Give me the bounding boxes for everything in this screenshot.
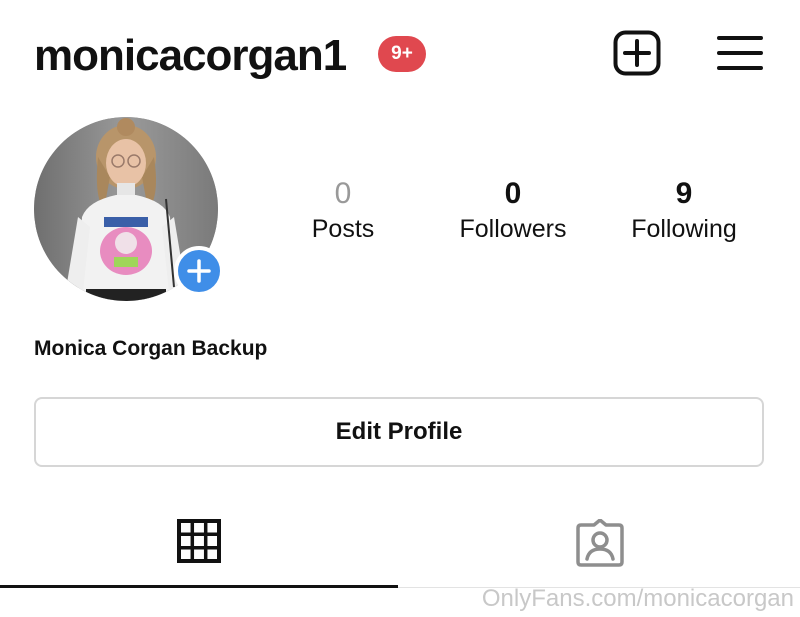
username-title[interactable]: monicacorgan1: [34, 28, 347, 84]
tab-tagged[interactable]: [400, 505, 800, 588]
grid-icon: [177, 519, 221, 563]
add-story-button[interactable]: [174, 246, 224, 296]
notification-badge[interactable]: 9+: [378, 36, 426, 72]
watermark-text: OnlyFans.com/monicacorgan: [481, 585, 794, 612]
following-label: Following: [631, 215, 737, 243]
followers-label: Followers: [459, 215, 567, 243]
followers-stat[interactable]: 0 Followers: [428, 176, 598, 246]
edit-profile-button[interactable]: Edit Profile: [34, 397, 764, 467]
posts-label: Posts: [311, 215, 375, 243]
profile-page: monicacorgan1 9+ 0 Posts 0 Followers 9 F…: [0, 0, 800, 617]
active-tab-indicator: [0, 585, 398, 588]
following-stat[interactable]: 9 Following: [599, 176, 769, 246]
new-post-button[interactable]: [613, 30, 661, 76]
tagged-person-icon: [576, 519, 624, 567]
menu-button[interactable]: [716, 34, 764, 74]
display-name: Monica Corgan Backup: [34, 337, 268, 360]
followers-count: 0: [504, 177, 522, 210]
plus-square-icon: [613, 30, 661, 76]
posts-stat[interactable]: 0 Posts: [258, 176, 428, 246]
posts-count: 0: [334, 177, 352, 210]
following-count: 9: [675, 177, 693, 210]
hamburger-menu-icon: [717, 36, 763, 70]
tab-posts-grid[interactable]: [0, 505, 398, 588]
plus-icon: [187, 259, 211, 283]
